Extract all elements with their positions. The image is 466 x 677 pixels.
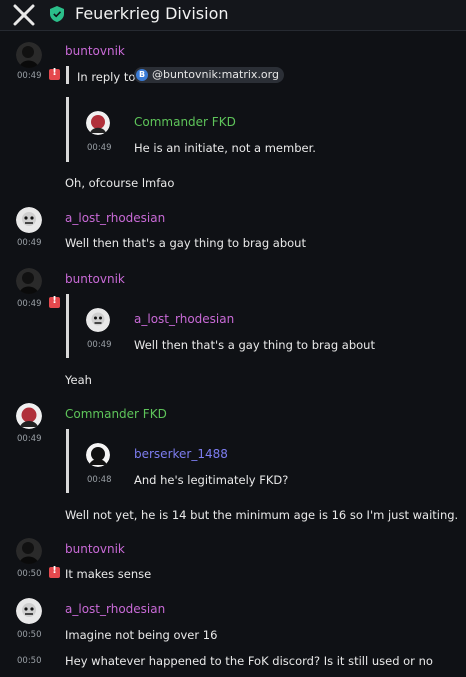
sender-name[interactable]: buntovnik xyxy=(65,44,125,58)
user-badge: B xyxy=(136,69,148,81)
timestamp[interactable]: 00:50 xyxy=(17,656,42,666)
quote-bar xyxy=(66,429,69,493)
message-text: Yeah xyxy=(65,373,92,387)
quote-timestamp: 00:49 xyxy=(87,340,112,350)
room-title[interactable]: Feuerkrieg Division xyxy=(75,4,229,23)
quote-sender[interactable]: Commander FKD xyxy=(134,115,236,129)
timestamp[interactable]: 00:49 xyxy=(17,299,42,309)
quote-timestamp: 00:48 xyxy=(87,475,112,485)
avatar-a-lost-rhodesian[interactable] xyxy=(16,207,42,233)
sender-name[interactable]: buntovnik xyxy=(65,272,125,286)
timestamp[interactable]: 00:50 xyxy=(17,569,42,579)
timestamp[interactable]: 00:49 xyxy=(17,434,42,444)
message-text: Hey whatever happened to the FoK discord… xyxy=(65,654,433,668)
room-avatar-icon[interactable] xyxy=(13,4,35,26)
quote-bar xyxy=(66,294,69,358)
quote-text: He is an initiate, not a member. xyxy=(134,141,316,155)
avatar-berserker-1488[interactable] xyxy=(86,443,110,467)
timestamp[interactable]: 00:49 xyxy=(17,238,42,248)
sender-name[interactable]: a_lost_rhodesian xyxy=(65,211,165,225)
timestamp[interactable]: 00:50 xyxy=(17,630,42,640)
message-text: Imagine not being over 16 xyxy=(65,628,218,642)
avatar-a-lost-rhodesian[interactable] xyxy=(16,598,42,624)
avatar-buntovnik[interactable] xyxy=(16,268,42,294)
quote-timestamp: 00:49 xyxy=(87,143,112,153)
reply-prefix: In reply to xyxy=(77,70,136,84)
message-text: Well then that's a gay thing to brag abo… xyxy=(65,236,306,250)
quote-sender[interactable]: berserker_1488 xyxy=(134,447,228,461)
message-text: Oh, ofcourse lmfao xyxy=(65,176,175,190)
avatar-buntovnik[interactable] xyxy=(16,42,42,68)
avatar-a-lost-rhodesian[interactable] xyxy=(86,308,110,332)
reply-user: @buntovnik:matrix.org xyxy=(152,68,279,81)
message-text: It makes sense xyxy=(65,567,152,581)
quote-sender[interactable]: a_lost_rhodesian xyxy=(134,312,234,326)
warning-icon[interactable] xyxy=(49,565,60,578)
timestamp[interactable]: 00:49 xyxy=(17,71,42,81)
warning-icon[interactable] xyxy=(49,67,60,80)
quote-text: Well then that's a gay thing to brag abo… xyxy=(134,338,375,352)
message-text: Well not yet, he is 14 but the minimum a… xyxy=(65,508,459,522)
avatar-buntovnik[interactable] xyxy=(16,538,42,564)
quote-text: And he's legitimately FKD? xyxy=(134,473,289,487)
warning-icon[interactable] xyxy=(49,295,60,308)
shield-check-icon xyxy=(50,6,64,22)
avatar-commander-fkd[interactable] xyxy=(86,111,110,135)
quote-bar xyxy=(66,97,69,162)
room-header: Feuerkrieg Division xyxy=(0,0,466,31)
quote-bar xyxy=(66,66,69,84)
sender-name[interactable]: a_lost_rhodesian xyxy=(65,602,165,616)
avatar-commander-fkd[interactable] xyxy=(16,403,42,429)
sender-name[interactable]: Commander FKD xyxy=(65,407,167,421)
sender-name[interactable]: buntovnik xyxy=(65,542,125,556)
reply-user-pill[interactable]: B @buntovnik:matrix.org xyxy=(134,67,284,83)
